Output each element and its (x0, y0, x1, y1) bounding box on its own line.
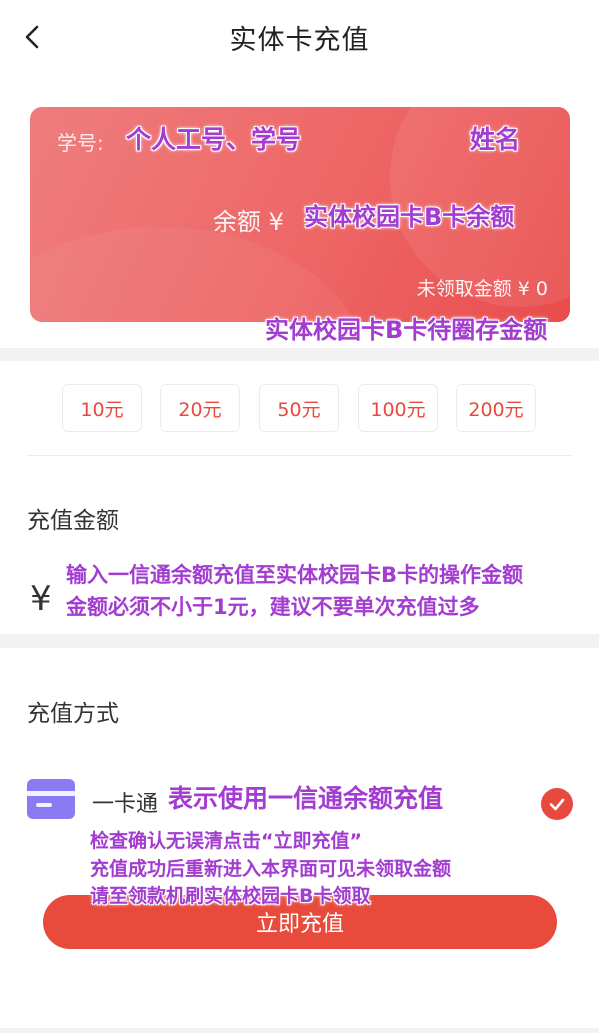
amount-label: 充值金额 (27, 508, 119, 534)
preset-100[interactable]: 100元 (358, 384, 438, 432)
annotation-submit-3: 请至领款机刷实体校园卡B卡领取 (90, 885, 371, 907)
top-bar: 实体卡充值 (0, 0, 599, 72)
student-id-label: 学号: (57, 131, 104, 155)
check-icon (549, 798, 565, 811)
card-icon-chip (36, 803, 52, 807)
preset-20[interactable]: 20元 (160, 384, 240, 432)
preset-50[interactable]: 50元 (259, 384, 339, 432)
pay-method-name[interactable]: 一卡通 (92, 786, 158, 818)
annotation-amount-2: 金额必须不小于1元，建议不要单次充值过多 (66, 595, 480, 619)
divider (27, 455, 572, 456)
page-title: 实体卡充值 (229, 25, 370, 56)
check-circle-icon[interactable] (541, 788, 573, 820)
annotation-submit-2: 充值成功后重新进入本界面可见未领取金额 (90, 858, 452, 880)
annotation-name: 姓名 (470, 125, 521, 154)
annotation-amount-1: 输入一信通余额充值至实体校园卡B卡的操作金额 (66, 563, 524, 587)
annotation-unclaimed: 实体校园卡B卡待圈存金额 (265, 316, 548, 344)
balance-label: 余额 ¥ (213, 208, 284, 236)
unclaimed-amount: 未领取金额 ¥ 0 (416, 278, 548, 300)
annotation-id: 个人工号、学号 (126, 125, 302, 154)
card-icon-stripe (27, 791, 75, 796)
annotation-submit-1: 检查确认无误清点击“立即充值” (90, 830, 362, 852)
preset-10[interactable]: 10元 (62, 384, 142, 432)
pay-method-label: 充值方式 (27, 701, 119, 727)
card-icon (27, 779, 75, 819)
currency-symbol: ¥ (30, 579, 52, 619)
card-decoration (30, 227, 370, 322)
annotation-balance: 实体校园卡B卡余额 (304, 203, 515, 231)
preset-200[interactable]: 200元 (456, 384, 536, 432)
annotation-method: 表示使用一信通余额充值 (168, 784, 444, 813)
